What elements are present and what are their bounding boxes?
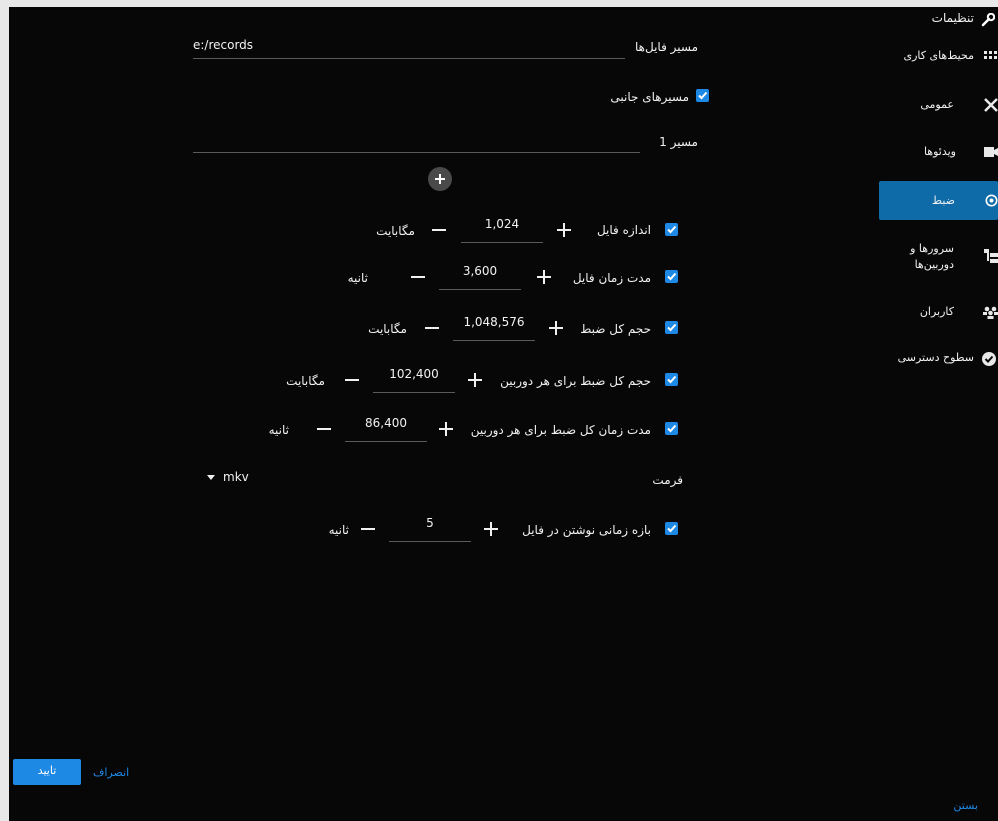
total-size-input[interactable]: 1,048,576 xyxy=(453,311,535,341)
duration-per-camera-unit: ثانیه xyxy=(268,423,289,437)
wrench-icon xyxy=(981,13,995,27)
total-size-value: 1,048,576 xyxy=(463,315,525,329)
format-label: فرمت xyxy=(652,473,683,487)
total-size-label: حجم کل ضبط xyxy=(580,322,651,336)
file-size-unit: مگابایت xyxy=(376,224,415,238)
video-icon xyxy=(984,147,998,157)
write-interval-value: 5 xyxy=(426,516,434,530)
sidebar-item-label: ضبط xyxy=(931,194,955,207)
cancel-button[interactable]: انصراف xyxy=(93,766,129,779)
size-per-camera-unit: مگابایت xyxy=(286,374,325,388)
setting-row-size-per-camera: حجم کل ضبط برای هر دوربین 102,400 مگابای… xyxy=(9,363,709,397)
increment-button[interactable] xyxy=(537,270,551,284)
sidebar-item-recording[interactable]: ضبط xyxy=(879,181,998,220)
sidebar-item-label: عمومی xyxy=(920,98,954,111)
sidebar-item-general[interactable]: عمومی xyxy=(869,93,998,117)
recording-settings-panel: مسیر فایل‌ها e:/records مسیرهای جانبی مس… xyxy=(9,7,869,821)
file-duration-value: 3,600 xyxy=(462,264,498,278)
confirm-button[interactable]: تایید xyxy=(13,759,81,785)
file-duration-unit: ثانیه xyxy=(347,271,368,285)
setting-row-file-size: اندازه فایل 1,024 مگابایت xyxy=(9,213,709,247)
increment-button[interactable] xyxy=(439,422,453,436)
side-path-1-field[interactable] xyxy=(193,129,640,153)
sidebar-item-videos[interactable]: ویدئوها xyxy=(869,140,998,164)
sidebar-item-label: ویدئوها xyxy=(923,145,956,158)
size-per-camera-input[interactable]: 102,400 xyxy=(373,363,455,393)
file-size-value: 1,024 xyxy=(484,217,520,231)
size-per-camera-label: حجم کل ضبط برای هر دوربین xyxy=(500,374,651,388)
settings-window: تنظیمات محیط‌های کاری عمومی ویدئوها xyxy=(9,7,998,821)
file-path-value: e:/records xyxy=(193,38,254,52)
setting-row-duration-per-camera: مدت زمان کل ضبط برای هر دوربین 86,400 ثا… xyxy=(9,412,709,446)
increment-button[interactable] xyxy=(549,321,563,335)
duration-per-camera-checkbox[interactable] xyxy=(665,422,678,435)
sidebar: تنظیمات محیط‌های کاری عمومی ویدئوها xyxy=(869,7,998,821)
duration-per-camera-label: مدت زمان کل ضبط برای هر دوربین xyxy=(470,423,651,437)
file-path-field[interactable]: e:/records xyxy=(193,35,625,59)
server-icon xyxy=(984,249,998,263)
sidebar-item-access-levels[interactable]: سطوح دسترسی xyxy=(869,347,998,371)
write-interval-unit: ثانیه xyxy=(328,523,349,537)
setting-row-file-duration: مدت زمان فایل 3,600 ثانیه xyxy=(9,260,709,294)
sidebar-item-users[interactable]: کاربران xyxy=(869,301,998,325)
side-paths-label: مسیرهای جانبی xyxy=(610,90,689,104)
format-value: mkv xyxy=(223,470,249,484)
side-paths-toggle[interactable]: مسیرهای جانبی xyxy=(569,87,709,107)
decrement-button[interactable] xyxy=(432,223,446,237)
sidebar-item-label-line2: دوربین‌ها xyxy=(914,258,954,271)
file-duration-checkbox[interactable] xyxy=(665,270,678,283)
decrement-button[interactable] xyxy=(361,522,375,536)
settings-title-text: تنظیمات xyxy=(931,11,974,25)
increment-button[interactable] xyxy=(468,373,482,387)
users-icon xyxy=(983,306,998,319)
increment-button[interactable] xyxy=(557,223,571,237)
add-path-button[interactable] xyxy=(428,167,452,191)
sidebar-item-workspaces[interactable]: محیط‌های کاری xyxy=(869,45,998,69)
duration-per-camera-input[interactable]: 86,400 xyxy=(345,412,427,442)
tools-icon xyxy=(984,98,998,112)
side-paths-checkbox[interactable] xyxy=(696,89,709,102)
record-icon xyxy=(985,194,998,207)
decrement-button[interactable] xyxy=(425,321,439,335)
decrement-button[interactable] xyxy=(411,270,425,284)
side-path-1-label: مسیر 1 xyxy=(659,135,698,149)
duration-per-camera-value: 86,400 xyxy=(365,416,407,430)
total-size-checkbox[interactable] xyxy=(665,321,678,334)
file-size-input[interactable]: 1,024 xyxy=(461,213,543,243)
sidebar-item-label-line1: سرورها و xyxy=(910,242,954,255)
file-size-label: اندازه فایل xyxy=(596,223,651,237)
sidebar-item-label: محیط‌های کاری xyxy=(903,49,974,62)
file-duration-input[interactable]: 3,600 xyxy=(439,260,521,290)
caret-down-icon xyxy=(207,475,215,480)
sidebar-item-label: کاربران xyxy=(919,305,954,318)
sidebar-item-label: سطوح دسترسی xyxy=(897,351,974,364)
grid-icon xyxy=(984,51,997,59)
decrement-button[interactable] xyxy=(317,422,331,436)
size-per-camera-checkbox[interactable] xyxy=(665,373,678,386)
format-select[interactable]: mkv xyxy=(205,467,285,491)
setting-row-total-size: حجم کل ضبط 1,048,576 مگابایت xyxy=(9,311,709,345)
file-path-label: مسیر فایل‌ها xyxy=(635,40,698,54)
file-duration-label: مدت زمان فایل xyxy=(572,271,651,285)
write-interval-input[interactable]: 5 xyxy=(389,512,471,542)
write-interval-checkbox[interactable] xyxy=(665,522,678,535)
setting-row-write-interval: بازه زمانی نوشتن در فایل 5 ثانیه xyxy=(9,512,709,546)
settings-title: تنظیمات xyxy=(869,9,998,29)
confirm-label: تایید xyxy=(37,764,57,777)
size-per-camera-value: 102,400 xyxy=(389,367,439,381)
decrement-button[interactable] xyxy=(345,373,359,387)
check-circle-icon xyxy=(982,352,996,366)
total-size-unit: مگابایت xyxy=(368,322,407,336)
increment-button[interactable] xyxy=(484,522,498,536)
write-interval-label: بازه زمانی نوشتن در فایل xyxy=(522,523,651,537)
sidebar-item-servers-cameras[interactable]: سرورها و دوربین‌ها xyxy=(869,240,998,276)
file-size-checkbox[interactable] xyxy=(665,223,678,236)
close-link[interactable]: بستن xyxy=(953,799,978,812)
